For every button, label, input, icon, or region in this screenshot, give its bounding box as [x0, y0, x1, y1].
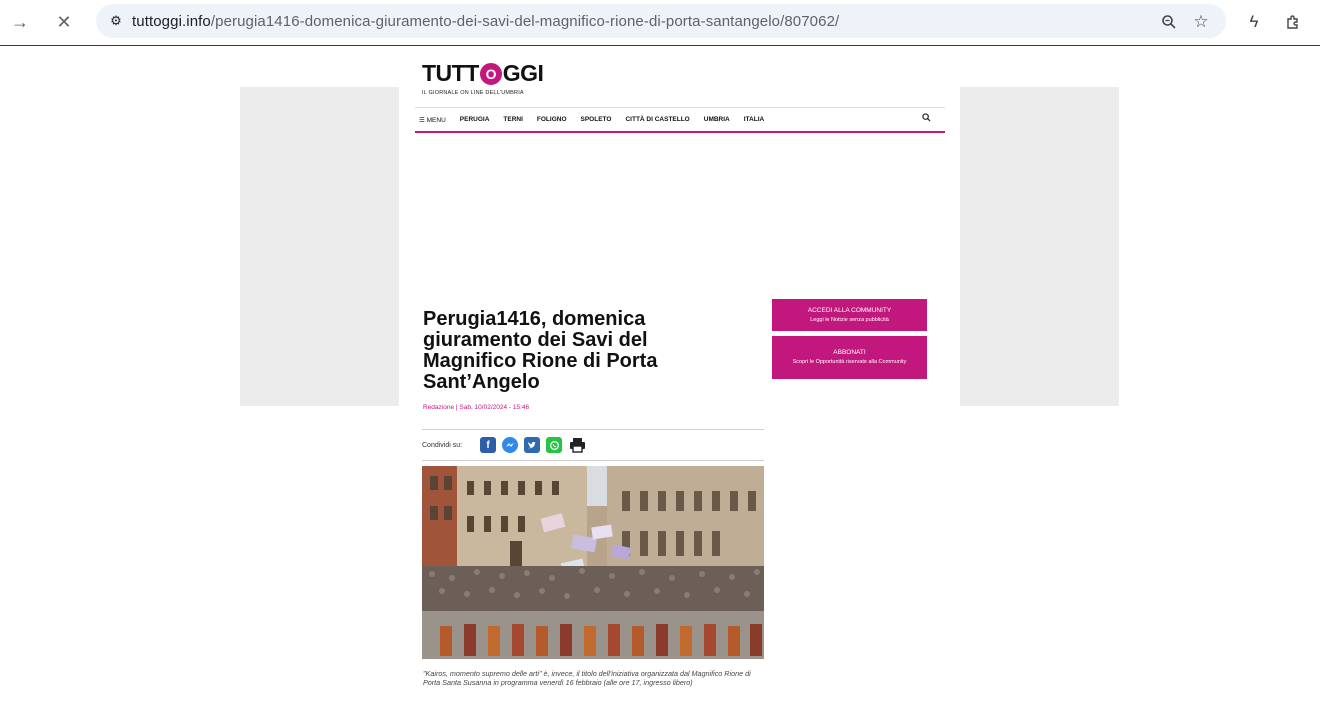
subscribe-subtitle: Scopri le Opportunità riservate alla Com… — [792, 359, 907, 365]
twitter-icon[interactable] — [524, 437, 541, 453]
search-icon[interactable] — [922, 113, 931, 125]
whatsapp-icon[interactable] — [546, 437, 563, 453]
nav-item-spoleto[interactable]: SPOLETO — [581, 116, 612, 123]
extensions-icon[interactable] — [1281, 10, 1305, 34]
nav-item-terni[interactable]: TERNI — [503, 116, 523, 123]
browser-toolbar: → ✕ ⚙ tuttoggi.info/perugia1416-domenica… — [0, 0, 1320, 46]
url-host: tuttoggi.info — [132, 13, 211, 30]
article-byline[interactable]: Redazione | Sab, 10/02/2024 - 15:46 — [423, 404, 529, 411]
url-text[interactable]: tuttoggi.info/perugia1416-domenica-giura… — [132, 13, 839, 30]
forward-icon[interactable]: → — [8, 10, 32, 34]
close-icon[interactable]: ✕ — [52, 10, 76, 34]
logo-text-end: GGI — [502, 60, 544, 86]
left-ad-panel — [240, 87, 399, 406]
bolt-icon[interactable]: ϟ — [1242, 10, 1266, 34]
url-path: /perugia1416-domenica-giuramento-dei-sav… — [210, 13, 840, 30]
community-login-title: ACCEDI ALLA COMMUNITY — [807, 306, 892, 314]
share-bar: Condividi su: f — [422, 429, 764, 461]
nav-item-umbria[interactable]: UMBRIA — [704, 116, 730, 123]
nav-item-italia[interactable]: ITALIA — [744, 116, 764, 123]
address-bar[interactable]: ⚙ tuttoggi.info/perugia1416-domenica-giu… — [96, 4, 1226, 38]
site-logo[interactable]: TUTT O GGI — [422, 60, 544, 87]
logo-o-icon: O — [479, 62, 502, 85]
menu-button[interactable]: ☰ MENU — [419, 116, 446, 124]
star-icon[interactable]: ☆ — [1190, 11, 1212, 33]
zoom-icon[interactable] — [1158, 11, 1180, 33]
subscribe-title: ABBONATI — [833, 349, 866, 356]
article-photo — [422, 466, 764, 659]
right-ad-panel — [960, 87, 1119, 406]
subscribe-button[interactable]: ABBONATI Scopri le Opportunità riservate… — [772, 336, 927, 379]
nav-item-perugia[interactable]: PERUGIA — [460, 116, 490, 123]
print-icon[interactable] — [568, 437, 586, 453]
article-title: Perugia1416, domenica giuramento dei Sav… — [423, 308, 658, 393]
nav-item-citta-di-castello[interactable]: CITTÀ DI CASTELLO — [625, 116, 689, 123]
site-info-icon[interactable]: ⚙ — [106, 12, 126, 30]
nav-item-foligno[interactable]: FOLIGNO — [537, 116, 567, 123]
facebook-icon[interactable]: f — [480, 437, 497, 453]
site-tagline: IL GIORNALE ON LINE DELL'UMBRIA — [422, 90, 524, 96]
community-login-button[interactable]: ACCEDI ALLA COMMUNITY Leggi le Notizie s… — [772, 299, 927, 331]
main-nav: ☰ MENU PERUGIA TERNI FOLIGNO SPOLETO CIT… — [415, 107, 945, 133]
photo-caption: "Kairos, momento supremo delle arti" è, … — [423, 669, 751, 687]
community-login-subtitle: Leggi le Notizie senza pubblicità — [810, 316, 889, 323]
messenger-icon[interactable] — [502, 437, 519, 453]
share-label: Condividi su: — [422, 441, 463, 449]
logo-text-start: TUTT — [422, 60, 479, 86]
